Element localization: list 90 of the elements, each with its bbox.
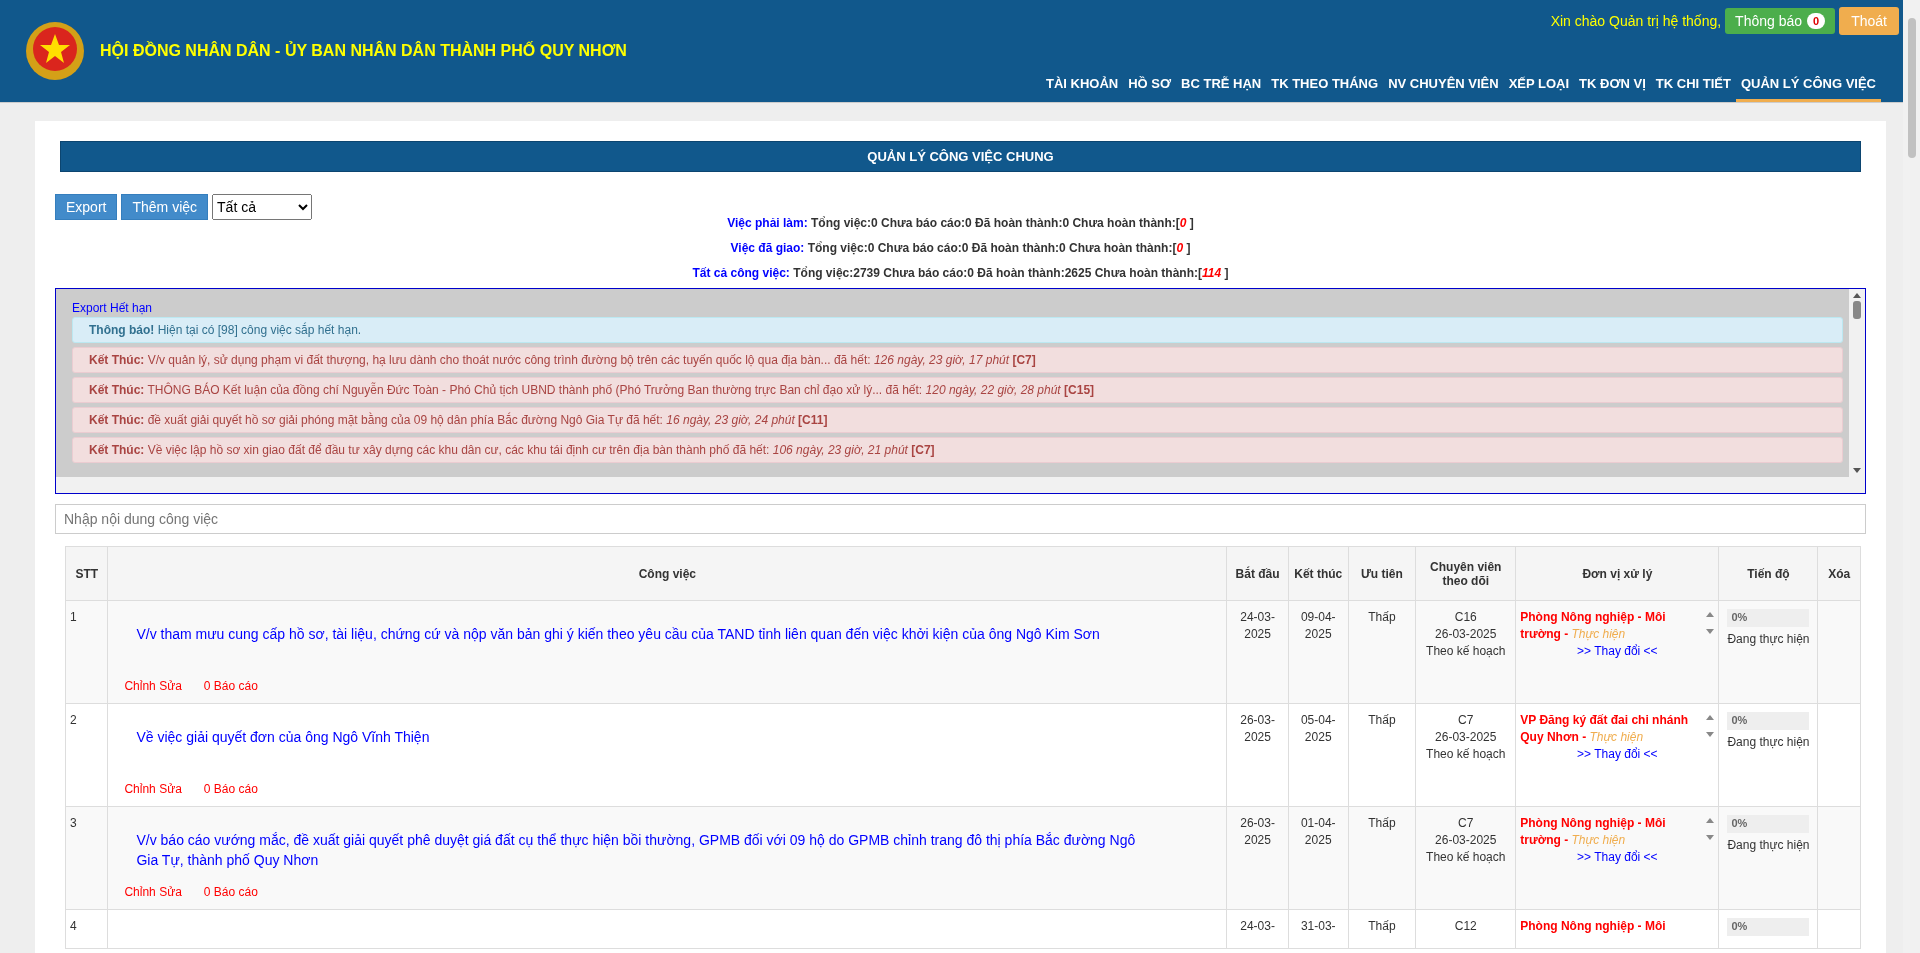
- greeting-text: Xin chào Quản trị hệ thống,: [1550, 13, 1722, 29]
- progress-label: 0%: [1731, 715, 1748, 726]
- column-header: Đơn vị xử lý: [1515, 546, 1719, 601]
- table-cell: 2: [65, 703, 108, 807]
- site-title: HỘI ĐỒNG NHÂN DÂN - ỦY BAN NHÂN DÂN THÀNH PHỐ QUY NHƠN: [100, 42, 627, 60]
- table-cell: 24-03-2025: [1226, 600, 1289, 704]
- assigned-date: 26-03-2025: [1434, 625, 1498, 643]
- filter-dropdown[interactable]: Tất cả: [212, 194, 313, 220]
- change-link[interactable]: >> Thay đổi <<: [1520, 848, 1715, 866]
- progress-status: Đang thực hiện: [1726, 837, 1811, 854]
- table-cell: 09-04-2025: [1288, 600, 1349, 704]
- add-task-button[interactable]: Thêm việc: [121, 194, 209, 220]
- progress-label: 0%: [1731, 612, 1748, 623]
- scroll-up-icon[interactable]: [1853, 293, 1861, 298]
- table-cell: 26-03-2025: [1226, 806, 1289, 910]
- table-cell: 26-03-2025: [1226, 703, 1289, 807]
- reports-link[interactable]: 0 Báo cáo: [203, 884, 258, 901]
- change-link[interactable]: >> Thay đổi <<: [1520, 745, 1715, 763]
- table-cell: Thấp: [1348, 703, 1416, 807]
- specialist-code: C7: [1457, 815, 1475, 832]
- table-cell: 3: [65, 806, 108, 910]
- change-link[interactable]: >> Thay đổi <<: [1520, 642, 1715, 660]
- summary-line: Việc phải làm: Tổng việc:0 Chưa báo cáo:0 Đã hoàn thành:0 Chưa hoàn thành:[0 ]: [727, 216, 1194, 230]
- expired-alert: Kết Thúc: V/v quản lý, sử dụng phạm vi đất thượng, hạ lưu dành cho thoát nước công trình đường bộ trên các tuyến quốc lộ qua địa bàn... đã hết: 126 ngày, 23 giờ, 17 phút [C7]: [72, 347, 1843, 373]
- column-header: Tiến độ: [1718, 546, 1818, 601]
- nav-tab[interactable]: BC TRỄ HẠN: [1176, 70, 1267, 102]
- unit-name: VP Đăng ký đất đai chi nhánh Quy Nhơn - Thực hiện: [1520, 712, 1690, 746]
- table-cell: Thấp: [1348, 806, 1416, 910]
- plan-status: Theo kế hoạch: [1425, 642, 1507, 660]
- column-header: Xóa: [1817, 546, 1861, 601]
- search-field[interactable]: Nhập nội dung công việc: [55, 504, 1866, 534]
- expired-alert: Kết Thúc: THÔNG BÁO Kết luận của đồng chí Nguyễn Đức Toàn - Phó Chủ tịch UBND thành phố (Phó Trưởng Ban thường trực Ban chỉ đạo xử lý... đã hết: 120 ngày, 22 giờ, 28 phút [C15]: [72, 377, 1843, 403]
- specialist-code: C16: [1453, 609, 1478, 626]
- edit-link[interactable]: Chỉnh Sửa: [124, 884, 182, 901]
- unit-name: Phòng Nông nghiệp - Môi trường - Thực hiện: [1520, 815, 1667, 849]
- expired-alert: Kết Thúc: Về việc lập hồ sơ xin giao đất để đầu tư xây dựng các khu dân cư, các khu tái định cư trên địa bàn thành phố đã hết: 106 ngày, 23 giờ, 21 phút [C7]: [72, 437, 1843, 463]
- edit-link[interactable]: Chỉnh Sửa: [124, 781, 182, 798]
- column-header: Công việc: [107, 546, 1227, 601]
- task-link[interactable]: V/v báo cáo vướng mắc, đề xuất giải quyết phê duyệt giá đất cụ thể thực hiện bồi thường, GPMB đối với 09 hộ do GPMB chỉnh trang đô thị phía Bắc đường Ngô Gia Tự, thành phố Quy Nhơn: [136, 831, 1157, 871]
- notification-count: 0: [1807, 13, 1826, 29]
- plan-status: Theo kế hoạch: [1425, 848, 1507, 866]
- reports-link[interactable]: 0 Báo cáo: [203, 678, 258, 695]
- progress-label: 0%: [1731, 818, 1748, 829]
- scrollbar-thumb[interactable]: [1853, 301, 1861, 319]
- column-header: Bắt đầu: [1226, 546, 1289, 601]
- nav-tab[interactable]: QUẢN LÝ CÔNG VIỆC: [1735, 70, 1881, 102]
- progress-label: 0%: [1731, 921, 1748, 932]
- table-cell: 24-03-: [1226, 909, 1289, 949]
- edit-link[interactable]: Chỉnh Sửa: [124, 678, 182, 695]
- assigned-date: 26-03-2025: [1434, 831, 1498, 849]
- nav-tab[interactable]: TÀI KHOẢN: [1040, 70, 1124, 102]
- specialist-code: C7: [1457, 712, 1475, 729]
- column-header: Chuyên viên theo dõi: [1415, 546, 1516, 601]
- page-title: QUẢN LÝ CÔNG VIỆC CHUNG: [60, 141, 1861, 172]
- table-cell: Thấp: [1348, 909, 1416, 949]
- unit-name: Phòng Nông nghiệp - Môi trường - Thực hiện: [1520, 609, 1667, 643]
- nav-tab[interactable]: NV CHUYÊN VIÊN: [1383, 70, 1504, 102]
- specialist-code: C12: [1453, 918, 1478, 935]
- nav-tab[interactable]: TK ĐƠN VỊ: [1574, 70, 1651, 102]
- progress-status: Đang thực hiện: [1726, 631, 1811, 648]
- progress-status: Đang thực hiện: [1726, 734, 1811, 751]
- scroll-down-icon[interactable]: [1853, 468, 1861, 473]
- column-header: STT: [65, 546, 108, 601]
- plan-status: Theo kế hoạch: [1425, 745, 1507, 763]
- task-link[interactable]: Về việc giải quyết đơn của ông Ngô Vĩnh Thiện: [136, 728, 1157, 748]
- export-expired-link[interactable]: Export Hết hạn: [72, 301, 1843, 315]
- expired-alert: Kết Thúc: đề xuất giải quyết hồ sơ giải phóng mặt bằng của 09 hộ dân phía Bắc đường Ngô Gia Tự đã hết: 16 ngày, 23 giờ, 24 phút [C11]: [72, 407, 1843, 433]
- table-cell: 01-04-2025: [1288, 806, 1349, 910]
- reports-link[interactable]: 0 Báo cáo: [203, 781, 258, 798]
- nav-tab[interactable]: TK THEO THÁNG: [1266, 70, 1384, 102]
- table-cell: 31-03-: [1288, 909, 1349, 949]
- info-alert: Thông báo! Hiện tại có [98] công việc sắp hết hạn.: [72, 317, 1843, 343]
- nav-tab[interactable]: XẾP LOẠI: [1503, 70, 1575, 102]
- notification-button[interactable]: Thông báo 0: [1725, 8, 1836, 34]
- scrollbar-thumb[interactable]: [1907, 18, 1916, 158]
- column-header: Ưu tiên: [1348, 546, 1416, 601]
- nav-tab[interactable]: HỒ SƠ: [1123, 70, 1177, 102]
- summary-line: Việc đã giao: Tổng việc:0 Chưa báo cáo:0 Đã hoàn thành:0 Chưa hoàn thành:[0 ]: [730, 241, 1191, 255]
- table-cell: 4: [65, 909, 108, 949]
- summary-line: Tất cả công việc: Tổng việc:2739 Chưa báo cáo:0 Đã hoàn thành:2625 Chưa hoàn thành:[114 ]: [692, 266, 1229, 280]
- nav-tab[interactable]: TK CHI TIẾT: [1650, 70, 1736, 102]
- column-header: Kết thúc: [1288, 546, 1349, 601]
- export-button[interactable]: Export: [55, 194, 118, 220]
- emblem-icon: [24, 20, 86, 82]
- assigned-date: 26-03-2025: [1434, 728, 1498, 746]
- table-cell: Thấp: [1348, 600, 1416, 704]
- unit-name: Phòng Nông nghiệp - Môi: [1520, 918, 1667, 935]
- table-cell: 05-04-2025: [1288, 703, 1349, 807]
- task-link[interactable]: V/v tham mưu cung cấp hồ sơ, tài liệu, chứng cứ và nộp văn bản ghi ý kiến theo yêu cầu của TAND tỉnh liên quan đến việc khởi kiện của ông Ngô Kim Sơn: [136, 625, 1157, 645]
- table-cell: 1: [65, 600, 108, 704]
